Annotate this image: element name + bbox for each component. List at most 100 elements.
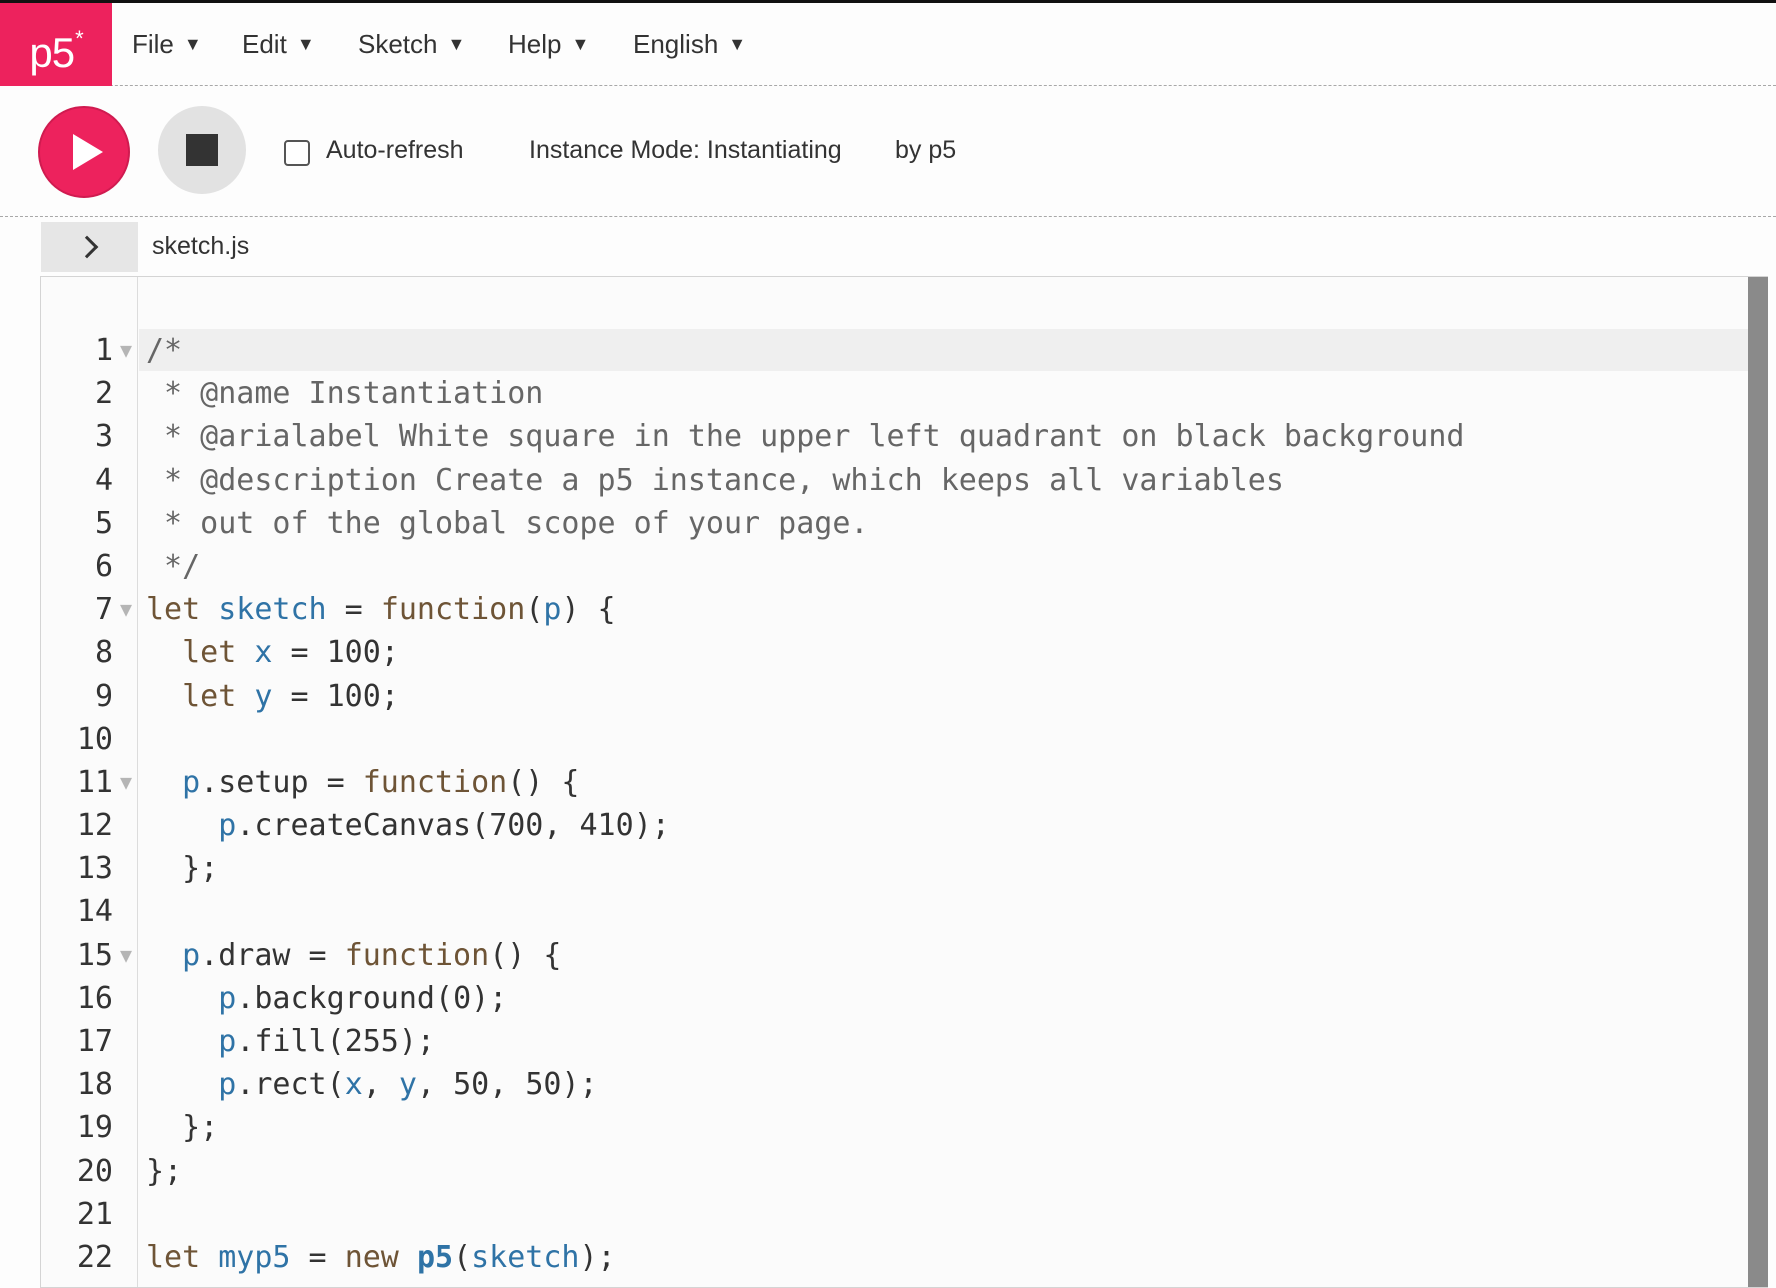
code-token: let <box>182 635 255 671</box>
auto-refresh-checkbox[interactable] <box>284 140 310 166</box>
fold-triangle-icon[interactable]: ▼ <box>115 761 137 804</box>
code-line[interactable]: 13 }; <box>41 847 1749 890</box>
code-token: 410 <box>579 808 634 844</box>
code-line[interactable]: 5 * out of the global scope of your page… <box>41 502 1749 545</box>
code-token: ); <box>633 808 670 844</box>
code-token: * @arialabel White square in the upper l… <box>146 419 1465 455</box>
sidebar-toggle-button[interactable] <box>41 222 138 272</box>
menu-language[interactable]: English ▼ <box>633 3 746 86</box>
code-token: p <box>182 937 201 973</box>
code-line[interactable]: 15 ▼ p.draw = function() { <box>41 934 1749 977</box>
menu-language-label: English <box>633 29 719 59</box>
caret-down-icon: ▼ <box>728 34 747 54</box>
code-text: p.rect(x, y, 50, 50); <box>146 1063 598 1106</box>
code-token: }; <box>146 851 219 887</box>
code-token: ) { <box>561 592 616 628</box>
code-text: /* <box>146 329 182 372</box>
menu-help[interactable]: Help ▼ <box>508 3 589 86</box>
stop-button[interactable] <box>158 106 246 194</box>
fold-triangle-icon[interactable]: ▼ <box>115 329 137 372</box>
editor-scrollbar[interactable] <box>1748 277 1768 1287</box>
code-line[interactable]: 9 let y = 100; <box>41 675 1749 718</box>
code-token: = <box>272 678 327 714</box>
code-line[interactable]: 11 ▼ p.setup = function() { <box>41 761 1749 804</box>
auto-refresh-label[interactable]: Auto-refresh <box>326 136 464 165</box>
menu-edit[interactable]: Edit ▼ <box>242 3 315 86</box>
code-token: * out of the global scope of your page. <box>146 505 869 541</box>
code-text: }; <box>146 847 218 890</box>
code-token: ( <box>453 1239 472 1275</box>
code-token: }; <box>146 1153 183 1189</box>
line-number: 21 <box>76 1196 113 1232</box>
sketch-author[interactable]: by p5 <box>895 136 956 165</box>
code-token: x <box>254 635 273 671</box>
code-token: ( <box>525 592 544 628</box>
code-text: * @arialabel White square in the upper l… <box>146 415 1465 458</box>
code-line[interactable]: 7 ▼ let sketch = function(p) { <box>41 588 1749 631</box>
line-number: 9 <box>94 678 113 714</box>
menu-edit-label: Edit <box>242 29 287 59</box>
code-token: x <box>344 1067 363 1103</box>
code-line[interactable]: 2 * @name Instantiation <box>41 372 1749 415</box>
code-token: 255 <box>344 1024 399 1059</box>
code-line[interactable]: 10 <box>41 718 1749 761</box>
chevron-right-icon <box>75 235 98 259</box>
code-line[interactable]: 22 let myp5 = new p5(sketch); <box>41 1236 1749 1279</box>
code-line[interactable]: 20}; <box>41 1150 1749 1193</box>
code-token: ); <box>561 1067 598 1103</box>
code-line[interactable]: 14 <box>41 890 1749 933</box>
code-line[interactable]: 18 p.rect(x, y, 50, 50); <box>41 1063 1749 1106</box>
code-line[interactable]: 17 p.fill(255); <box>41 1020 1749 1063</box>
code-lines[interactable]: 1 ▼/* 2 * @name Instantiation 3 * @arialabe… <box>41 329 1749 1279</box>
code-token: p5 <box>416 1239 454 1275</box>
code-line[interactable]: 21 <box>41 1193 1749 1236</box>
line-number: 2 <box>94 376 113 412</box>
code-line[interactable]: 8 let x = 100; <box>41 631 1749 674</box>
code-text: }; <box>146 1150 182 1193</box>
line-number: 11 <box>76 764 113 800</box>
code-line[interactable]: 19 }; <box>41 1106 1749 1149</box>
code-line[interactable]: 16 p.background(0); <box>41 977 1749 1020</box>
code-line[interactable]: 4 * @description Create a p5 instance, w… <box>41 459 1749 502</box>
code-token: function <box>362 764 508 800</box>
line-number: 5 <box>94 505 113 541</box>
code-text: p.createCanvas(700, 410); <box>146 804 670 847</box>
p5-logo[interactable]: p5* <box>0 3 112 86</box>
menu-file[interactable]: File ▼ <box>132 3 202 86</box>
code-token: .draw = <box>200 937 345 973</box>
line-number: 22 <box>76 1239 113 1275</box>
sketch-title[interactable]: Instance Mode: Instantiating <box>529 136 842 165</box>
code-line[interactable]: 1 ▼ /* <box>41 329 1749 372</box>
fold-triangle-icon[interactable]: ▼ <box>115 588 137 631</box>
line-number: 17 <box>76 1024 113 1059</box>
code-token: , <box>416 1067 454 1103</box>
fold-triangle-icon[interactable]: ▼ <box>115 934 137 977</box>
code-text: */ <box>146 545 200 588</box>
code-line[interactable]: 12 p.createCanvas(700, 410); <box>41 804 1749 847</box>
code-text: let sketch = function(p) { <box>146 588 616 631</box>
code-token: () { <box>507 764 580 800</box>
code-token: .rect( <box>236 1067 345 1103</box>
code-token: p <box>218 980 237 1016</box>
line-number: 12 <box>76 808 113 844</box>
line-number: 20 <box>76 1153 113 1189</box>
code-line[interactable]: 6 */ <box>41 545 1749 588</box>
code-line[interactable]: 3 * @arialabel White square in the upper… <box>41 415 1749 458</box>
code-token: new <box>344 1239 417 1275</box>
file-tab-name[interactable]: sketch.js <box>152 232 249 261</box>
menu-sketch[interactable]: Sketch ▼ <box>358 3 465 86</box>
code-token: ; <box>380 635 399 671</box>
code-token: = <box>272 635 327 671</box>
code-token: ); <box>579 1239 616 1275</box>
code-token: 50 <box>453 1067 490 1103</box>
code-token: y <box>254 678 273 714</box>
play-icon <box>73 134 103 170</box>
play-button[interactable] <box>38 106 130 198</box>
code-token: myp5 <box>218 1239 291 1275</box>
code-editor[interactable]: 1 ▼/* 2 * @name Instantiation 3 * @arialabe… <box>40 276 1768 1288</box>
